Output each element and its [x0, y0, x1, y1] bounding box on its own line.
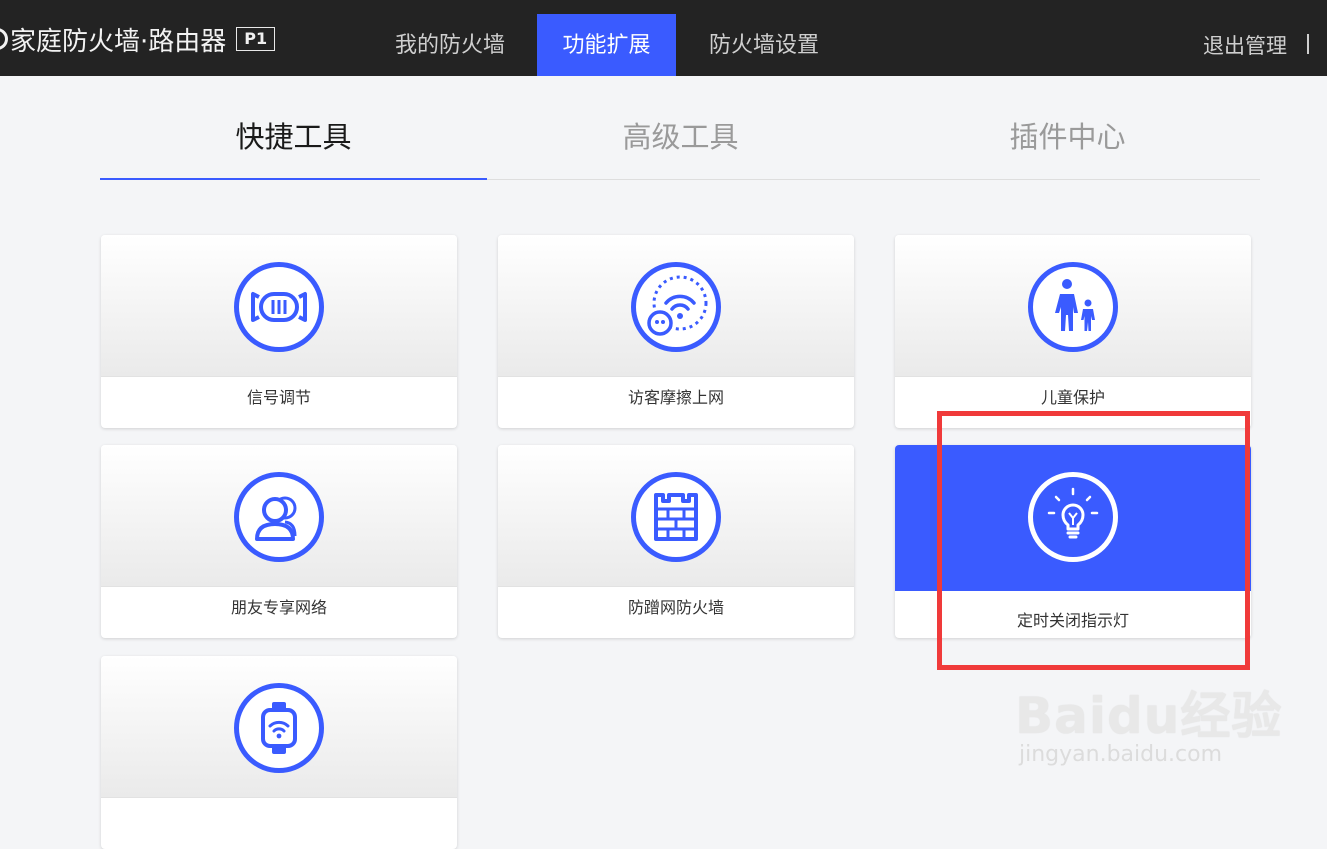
tool-card-indicator-light-timer[interactable]: 定时关闭指示灯	[895, 445, 1251, 638]
subtab-quick-tools[interactable]: 快捷工具	[100, 96, 487, 180]
brand: 家庭防火墙·路由器 P1	[0, 22, 276, 57]
friends-network-icon	[234, 472, 324, 562]
tool-card-label: 儿童保护	[1040, 388, 1105, 407]
firewall-wall-icon	[631, 472, 721, 562]
tool-card-label: 信号调节	[246, 388, 311, 407]
tool-card-firewall-wall[interactable]: 防蹭网防火墙	[498, 445, 854, 638]
top-nav-bar: 家庭防火墙·路由器 P1 我的防火墙 功能扩展 防火墙设置 退出管理	[0, 0, 1327, 76]
wifi-watch-icon	[234, 683, 324, 773]
watermark: Baidu经验 jingyan.baidu.com	[1015, 676, 1282, 767]
tool-card-label: 防蹭网防火墙	[627, 598, 724, 617]
nav-tab-my-firewall[interactable]: 我的防火墙	[378, 14, 522, 76]
tool-card-label: 朋友专享网络	[230, 598, 327, 617]
tool-card-friends-network[interactable]: 朋友专享网络	[101, 445, 457, 638]
subtab-bar: 快捷工具 高级工具 插件中心	[100, 96, 1260, 180]
tool-card-signal-adjust[interactable]: 信号调节	[101, 235, 457, 428]
tool-card-child-protection[interactable]: 儿童保护	[895, 235, 1251, 428]
nav-tab-feature-extension[interactable]: 功能扩展	[537, 14, 676, 76]
subtab-advanced-tools[interactable]: 高级工具	[487, 96, 874, 178]
divider	[1307, 34, 1309, 54]
tool-card-wifi-watch[interactable]	[101, 656, 457, 849]
guest-wifi-icon	[631, 262, 721, 352]
child-protection-icon	[1028, 262, 1118, 352]
brand-logo-icon	[0, 28, 8, 50]
tool-card-guest-wifi[interactable]: 访客摩擦上网	[498, 235, 854, 428]
nav-tab-firewall-settings[interactable]: 防火墙设置	[692, 14, 836, 76]
logout-button[interactable]: 退出管理	[1203, 30, 1287, 60]
tool-card-label: 访客摩擦上网	[627, 388, 724, 407]
tool-card-label: 定时关闭指示灯	[1016, 611, 1129, 630]
brand-title: 家庭防火墙·路由器	[10, 26, 227, 57]
lightbulb-icon	[1028, 472, 1118, 562]
watermark-brand: Baidu经验	[1015, 687, 1283, 745]
model-badge: P1	[236, 27, 276, 51]
signal-adjust-icon	[234, 262, 324, 352]
subtab-plugin-center[interactable]: 插件中心	[874, 96, 1261, 178]
watermark-url: jingyan.baidu.com	[1019, 742, 1223, 767]
